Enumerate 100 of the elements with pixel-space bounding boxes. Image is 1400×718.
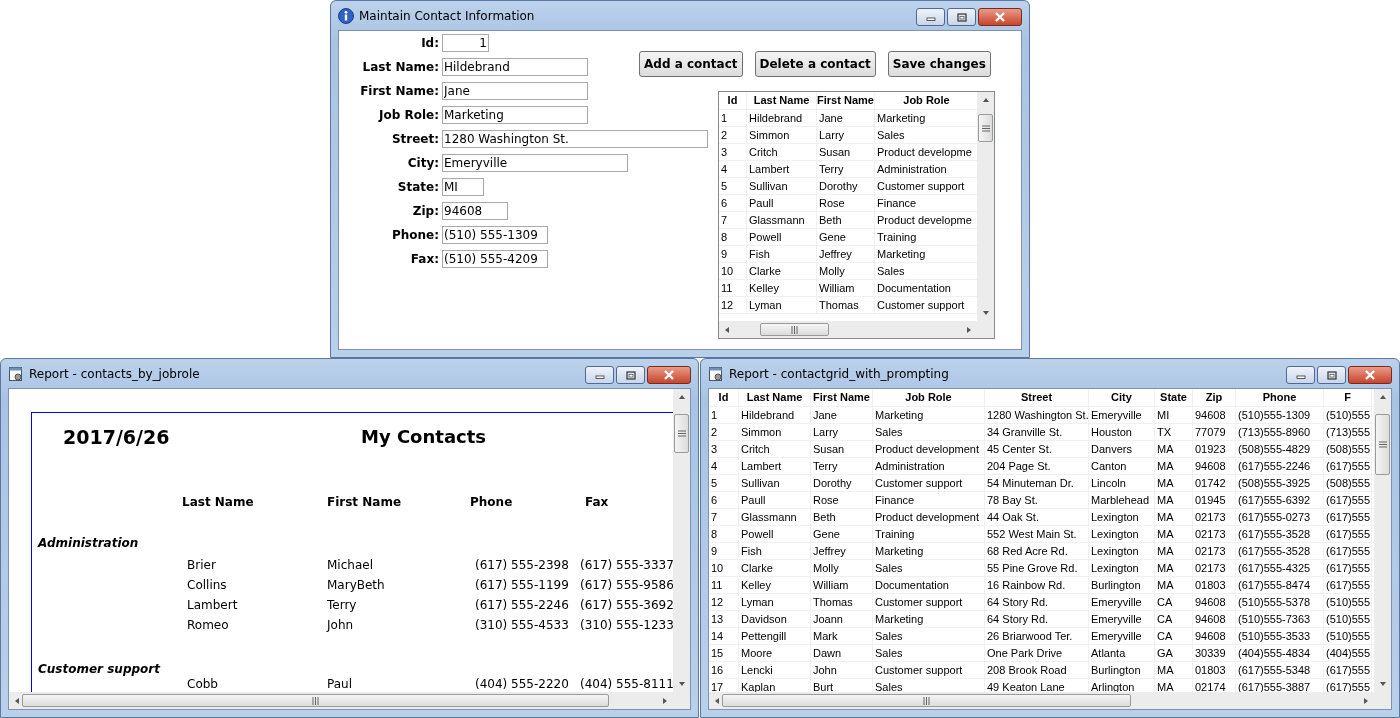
left-arrow-icon[interactable] (723, 325, 731, 334)
maximize-button[interactable] (1317, 366, 1346, 384)
table-cell: Susan (811, 441, 873, 457)
table-cell: Clarke (739, 560, 811, 576)
column-header[interactable]: First Name (811, 389, 873, 406)
scrollbar-thumb[interactable] (22, 694, 609, 707)
report-cell-text: Brier (186, 557, 217, 574)
minimize-button[interactable] (585, 366, 614, 384)
down-arrow-icon[interactable] (677, 680, 686, 688)
table-cell: 4 (709, 458, 739, 474)
column-header[interactable]: Id (709, 389, 739, 406)
table-cell: MA (1155, 526, 1193, 542)
table-cell: 94608 (1193, 594, 1236, 610)
down-arrow-icon[interactable] (981, 309, 990, 317)
text-field[interactable]: 1280 Washington St. (442, 130, 708, 148)
table-cell: Customer support (873, 594, 985, 610)
column-header[interactable]: City (1089, 389, 1155, 406)
table-cell: Joann (811, 611, 873, 627)
column-header[interactable]: State (1155, 389, 1193, 406)
close-button[interactable] (647, 366, 691, 384)
column-header[interactable]: Street (985, 389, 1089, 406)
column-header[interactable]: Phone (1236, 389, 1324, 406)
table-cell: 208 Brook Road (985, 662, 1089, 678)
table-cell: 77079 (1193, 424, 1236, 440)
table-cell: Beth (817, 212, 875, 228)
vertical-scrollbar[interactable] (977, 92, 994, 321)
table-cell: Lyman (747, 297, 817, 313)
scrollbar-thumb[interactable] (722, 694, 1131, 707)
horizontal-scrollbar[interactable] (719, 321, 977, 338)
action-button[interactable]: Delete a contact (754, 51, 876, 77)
report-cell: (404) 555-8111 (580, 677, 673, 692)
horizontal-scrollbar[interactable] (9, 692, 673, 709)
maximize-button[interactable] (616, 366, 645, 384)
down-arrow-icon[interactable] (1378, 680, 1387, 688)
text-field[interactable]: Jane (442, 82, 588, 100)
text-field[interactable]: 94608 (442, 202, 508, 220)
up-arrow-icon[interactable] (677, 393, 686, 401)
column-header: Last Name (182, 495, 255, 509)
table-cell: 30339 (1193, 645, 1236, 661)
column-header[interactable]: First Name (817, 92, 875, 109)
up-arrow-icon[interactable] (981, 96, 990, 104)
close-button[interactable] (1348, 366, 1392, 384)
action-button[interactable]: Save changes (887, 51, 991, 77)
minimize-button[interactable] (1286, 366, 1315, 384)
text-field[interactable]: Hildebrand (442, 58, 588, 76)
column-header[interactable]: Zip (1193, 389, 1236, 406)
table-cell: Sales (873, 424, 985, 440)
text-field[interactable]: 1 (442, 34, 489, 52)
column-header[interactable]: Job Role (873, 389, 985, 406)
report-cell-text: (617) 555-3692 (580, 597, 673, 614)
scrollbar-thumb[interactable] (674, 414, 689, 453)
table-cell: 78 Bay St. (985, 492, 1089, 508)
text-field[interactable]: MI (442, 178, 484, 196)
scrollbar-thumb[interactable] (978, 114, 993, 143)
table-cell: 5 (719, 178, 747, 194)
minimize-button[interactable] (916, 8, 945, 26)
table-cell: Emeryville (1089, 628, 1155, 644)
action-button[interactable]: Add a contact (639, 51, 743, 77)
right-arrow-icon[interactable] (661, 696, 669, 705)
vertical-scrollbar[interactable] (1374, 389, 1391, 692)
table-cell: William (811, 577, 873, 593)
table-cell: 4 (719, 161, 747, 177)
scrollbar-thumb[interactable] (1375, 414, 1390, 475)
text-field[interactable]: (510) 555-1309 (442, 226, 548, 244)
right-arrow-icon[interactable] (1362, 696, 1370, 705)
table-cell: Sullivan (739, 475, 811, 491)
table-cell: 01742 (1193, 475, 1236, 491)
left-arrow-icon[interactable] (13, 696, 21, 705)
up-arrow-icon[interactable] (1378, 393, 1387, 401)
column-header[interactable]: Last Name (747, 92, 817, 109)
table-cell: MA (1155, 492, 1193, 508)
table-cell: 64 Story Rd. (985, 611, 1089, 627)
left-arrow-icon[interactable] (713, 696, 721, 705)
scrollbar-thumb[interactable] (759, 323, 830, 336)
table-cell: (510)555 (1324, 407, 1372, 423)
column-header[interactable]: Last Name (739, 389, 811, 406)
text-field[interactable]: Emeryville (442, 154, 628, 172)
table-cell: Critch (747, 144, 817, 160)
report-cell-text: Michael (327, 557, 374, 574)
horizontal-scrollbar[interactable] (709, 692, 1374, 709)
table-cell: Burlington (1089, 577, 1155, 593)
table-cell: Rose (817, 195, 875, 211)
maximize-button[interactable] (947, 8, 976, 26)
table-cell: Customer support (873, 662, 985, 678)
table-cell: 15 (709, 645, 739, 661)
text-field[interactable]: (510) 555-4209 (442, 250, 548, 268)
table-cell: 8 (709, 526, 739, 542)
report-cell-text: (617) 555-1199 (475, 577, 570, 594)
table-cell: Emeryville (1089, 407, 1155, 423)
vertical-scrollbar[interactable] (673, 389, 690, 692)
close-button[interactable] (978, 8, 1022, 26)
table-cell: Sales (873, 628, 985, 644)
right-arrow-icon[interactable] (965, 325, 973, 334)
grip-icon (677, 429, 686, 437)
table-cell: 01923 (1193, 441, 1236, 457)
table-cell: 44 Oak St. (985, 509, 1089, 525)
column-header[interactable]: F (1324, 389, 1372, 406)
table-cell: 34 Granville St. (985, 424, 1089, 440)
column-header[interactable]: Id (719, 92, 747, 109)
text-field[interactable]: Marketing (442, 106, 588, 124)
